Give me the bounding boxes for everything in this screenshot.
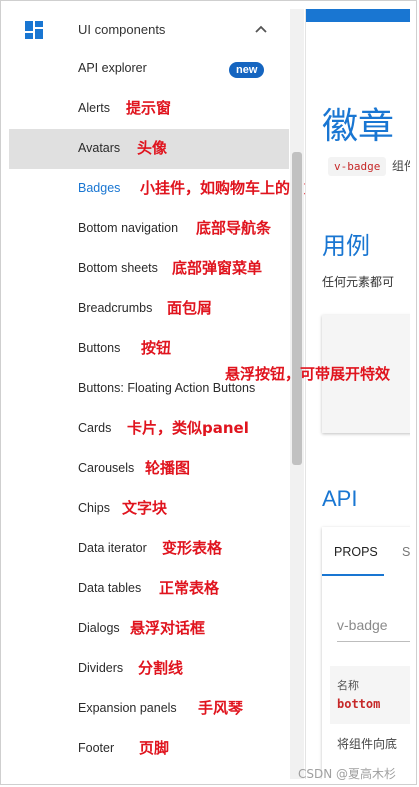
sidebar-item-label: Dialogs	[78, 621, 120, 635]
main-content: 徽章 v-badge 组件 用例 任何元素都可 API PROPS S v-ba…	[306, 9, 410, 779]
annotation: 底部导航条	[196, 219, 272, 237]
watermark: CSDN @夏高木杉	[298, 767, 397, 781]
sidebar-item-bottom-navigation[interactable]: Bottom navigation 底部导航条	[9, 209, 289, 249]
sidebar-item-label: Carousels	[78, 461, 135, 475]
usage-description: 任何元素都可	[322, 275, 395, 289]
dashboard-icon	[25, 21, 43, 39]
sidebar-item-label: Cards	[78, 421, 112, 435]
sidebar-item-label: Bottom navigation	[78, 221, 179, 235]
input-underline	[337, 641, 410, 642]
sidebar-item-badges[interactable]: Badges 小挂件，如购物车上的数字	[9, 169, 305, 209]
page-title: 徽章	[322, 106, 395, 147]
sidebar-item-chips[interactable]: Chips 文字块	[9, 489, 289, 529]
sidebar-item-label: Expansion panels	[78, 701, 177, 715]
tab-indicator	[322, 574, 384, 576]
sidebar-item-label: Data tables	[78, 581, 142, 595]
annotation: 面包屑	[167, 299, 213, 317]
sidebar-item-carousels[interactable]: Carousels 轮播图	[9, 449, 289, 489]
group-title: UI components	[78, 22, 166, 37]
sidebar-item-avatars[interactable]: Avatars 头像	[9, 129, 289, 169]
annotation: 提示窗	[126, 99, 172, 117]
api-heading: API	[322, 486, 358, 511]
window: UI components API explorer new Alerts 提示…	[0, 0, 417, 785]
group-header-ui-components[interactable]: UI components	[9, 9, 289, 49]
scrollbar-thumb[interactable]	[292, 152, 302, 465]
tab-props[interactable]: PROPS	[334, 545, 378, 559]
sidebar-item-api-explorer[interactable]: API explorer new	[9, 49, 289, 89]
annotation: 小挂件，如购物车上的数字	[140, 179, 306, 197]
annotation: 手风琴	[198, 699, 244, 717]
chevron-up-icon[interactable]	[252, 20, 270, 38]
app-toolbar	[306, 9, 410, 22]
annotation: 页脚	[139, 739, 170, 757]
sidebar-item-footer[interactable]: Footer 页脚	[9, 729, 289, 769]
annotation: 悬浮对话框	[130, 619, 206, 637]
prop-name: bottom	[337, 697, 381, 711]
sidebar-item-dialogs[interactable]: Dialogs 悬浮对话框	[9, 609, 289, 649]
table-row	[330, 666, 410, 724]
sidebar-item-data-iterator[interactable]: Data iterator 变形表格	[9, 529, 289, 569]
sidebar-item-label: Breadcrumbs	[78, 301, 153, 315]
sidebar-item-label: Bottom sheets	[78, 261, 158, 275]
sidebar-scrollbar[interactable]	[290, 9, 304, 779]
page-description: 组件	[392, 159, 410, 173]
sidebar-item-label: Dividers	[78, 661, 124, 675]
annotation: 文字块	[122, 499, 168, 517]
sidebar-item-expansion-panels[interactable]: Expansion panels 手风琴	[9, 689, 289, 729]
sidebar-item-cards[interactable]: Cards 卡片，类似panel	[9, 409, 289, 449]
sidebar-item-bottom-sheets[interactable]: Bottom sheets 底部弹窗菜单	[9, 249, 289, 289]
usage-heading: 用例	[322, 233, 370, 260]
sidebar-item-label: Data iterator	[78, 541, 147, 555]
sidebar-item-label: Buttons	[78, 341, 121, 355]
annotation: 卡片，类似panel	[127, 419, 249, 437]
tab-slots[interactable]: S	[402, 545, 410, 559]
sidebar-item-label: Alerts	[78, 101, 110, 115]
annotation: 底部弹窗菜单	[172, 259, 263, 277]
sidebar-item-dividers[interactable]: Dividers 分割线	[9, 649, 289, 689]
sidebar-item-data-tables[interactable]: Data tables 正常表格	[9, 569, 289, 609]
component-tag: v-badge	[328, 157, 387, 176]
sidebar-item-label: Chips	[78, 501, 110, 515]
sidebar-nav: UI components API explorer new Alerts 提示…	[9, 9, 306, 779]
annotation: 正常表格	[159, 579, 220, 597]
prop-description: 将组件向底	[337, 737, 398, 751]
props-filter-input[interactable]: v-badge	[337, 617, 388, 633]
sidebar-item-label: Avatars	[78, 141, 121, 155]
column-header-name: 名称	[337, 680, 359, 692]
sidebar-item-label: API explorer	[78, 61, 147, 75]
new-badge: new	[229, 62, 265, 78]
annotation: 按钮	[141, 339, 172, 357]
annotation-fab: 悬浮按钮，可带展开特效	[225, 365, 391, 383]
sidebar-item-label: Badges	[78, 181, 121, 195]
annotation: 头像	[137, 139, 168, 157]
annotation: 轮播图	[145, 459, 191, 477]
sidebar-item-alerts[interactable]: Alerts 提示窗	[9, 89, 289, 129]
annotation: 分割线	[138, 659, 184, 677]
annotation: 变形表格	[162, 539, 223, 557]
sidebar-item-breadcrumbs[interactable]: Breadcrumbs 面包屑	[9, 289, 289, 329]
sidebar-item-label: Footer	[78, 741, 115, 755]
